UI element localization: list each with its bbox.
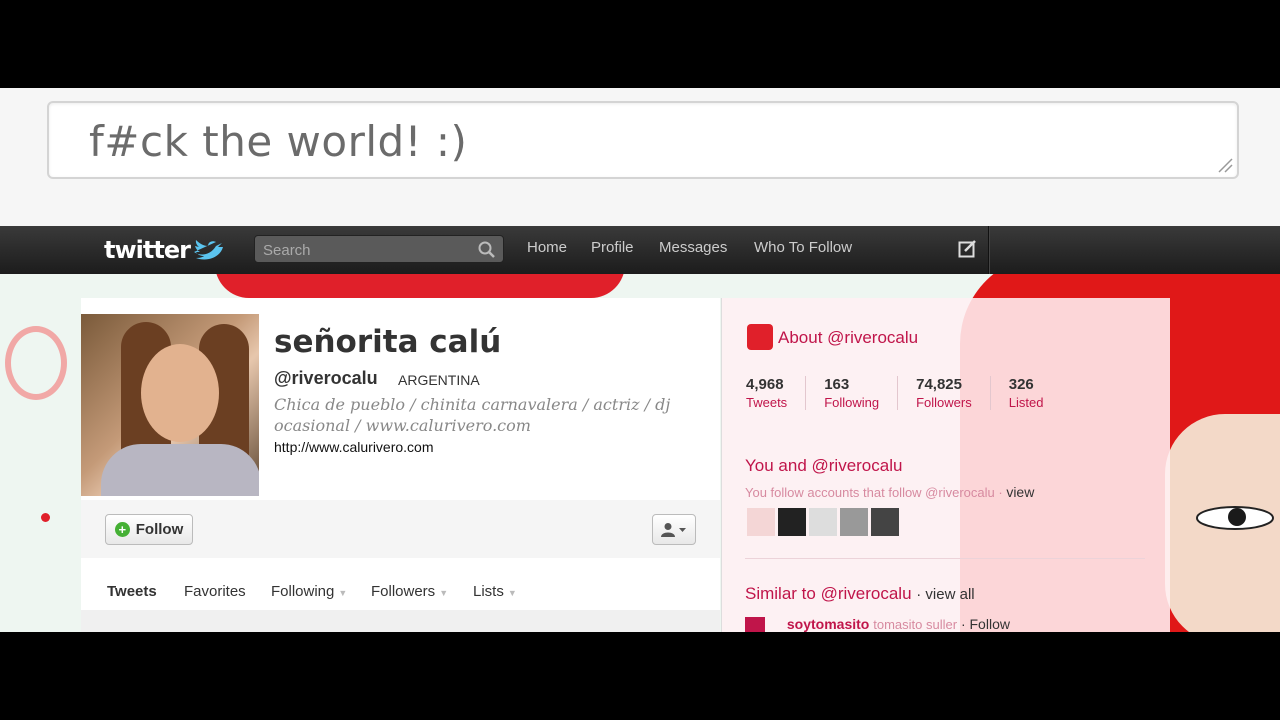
stat-followers[interactable]: 74,825 Followers <box>916 376 991 410</box>
about-avatar-icon <box>747 324 773 350</box>
profile-main-panel: señorita calú @riverocalu ARGENTINA Chic… <box>81 298 720 632</box>
divider <box>745 558 1145 559</box>
stat-tweets[interactable]: 4,968 Tweets <box>746 376 807 410</box>
profile-avatar[interactable] <box>81 314 259 496</box>
about-title: About @riverocalu <box>778 328 919 347</box>
letterbox-top <box>0 0 1280 88</box>
tab-following[interactable]: Following ▼ <box>271 583 347 600</box>
profile-bio: Chica de pueblo / chinita carnavalera / … <box>274 395 671 435</box>
twitter-logo[interactable]: twitter <box>104 236 224 264</box>
similar-title: Similar to @riverocalu · view all <box>745 584 975 603</box>
tab-tweets[interactable]: Tweets <box>107 583 157 600</box>
avatar[interactable] <box>747 508 775 536</box>
avatar[interactable] <box>778 508 806 536</box>
nav-who-to-follow[interactable]: Who To Follow <box>754 239 852 256</box>
nav-profile[interactable]: Profile <box>591 239 634 256</box>
tweet-text: f#ck the world! :) <box>89 117 468 166</box>
tweet-row[interactable] <box>81 610 720 632</box>
follow-button-label: Follow <box>135 521 184 538</box>
avatar[interactable] <box>871 508 899 536</box>
profile-action-bar: + Follow <box>81 500 720 558</box>
nav-home[interactable]: Home <box>527 239 567 256</box>
you-and-title: You and @riverocalu <box>745 456 903 475</box>
composer-area: f#ck the world! :) <box>0 88 1280 226</box>
chevron-down-icon: ▼ <box>507 588 517 598</box>
tab-followers[interactable]: Followers ▼ <box>371 583 448 600</box>
view-all-link[interactable]: · view all <box>916 586 974 603</box>
compose-tweet-icon[interactable] <box>958 239 977 258</box>
background-dot <box>41 513 50 522</box>
tweet-textarea[interactable]: f#ck the world! :) <box>47 101 1239 179</box>
search-input[interactable] <box>255 236 480 264</box>
tab-lists[interactable]: Lists ▼ <box>473 583 517 600</box>
profile-full-name: señorita calú <box>274 324 502 360</box>
you-follow-text: You follow accounts that follow @riveroc… <box>745 484 1035 500</box>
profile-tabs: Tweets Favorites Following ▼ Followers ▼ L… <box>81 558 720 610</box>
profile-side-panel: About @riverocalu 4,968 Tweets 163 Follo… <box>721 298 1170 632</box>
letterbox-bottom <box>0 632 1280 720</box>
nav-divider <box>988 226 990 274</box>
background-eye-icon <box>1196 506 1274 530</box>
avatar[interactable] <box>809 508 837 536</box>
twitter-topbar: twitter Home Profile Messages Who To Fol… <box>0 226 1280 275</box>
browser-viewport: f#ck the world! :) twitter Home Profile … <box>0 88 1280 632</box>
stat-following[interactable]: 163 Following <box>824 376 899 410</box>
background-ring <box>5 326 67 400</box>
nav-messages[interactable]: Messages <box>659 239 727 256</box>
search-box[interactable] <box>254 235 504 264</box>
search-icon[interactable] <box>478 241 495 258</box>
user-actions-button[interactable] <box>652 514 696 545</box>
chevron-down-icon: ▼ <box>439 588 449 598</box>
plus-icon: + <box>114 522 130 537</box>
follow-button[interactable]: + Follow <box>105 514 193 545</box>
person-dropdown-icon <box>661 522 686 537</box>
tab-favorites[interactable]: Favorites <box>184 583 246 600</box>
mutual-followers-thumbnails <box>747 508 899 536</box>
profile-stats: 4,968 Tweets 163 Following 74,825 Follow… <box>746 376 1079 410</box>
profile-screen-name: @riverocalu <box>274 368 378 388</box>
profile-url-link[interactable]: http://www.calurivero.com <box>274 439 434 455</box>
avatar[interactable] <box>840 508 868 536</box>
stat-listed[interactable]: 326 Listed <box>1009 376 1062 410</box>
twitter-bird-icon <box>193 240 223 260</box>
avatar[interactable] <box>745 617 765 632</box>
similar-account-item: soytomasito tomasito suller · Follow <box>745 616 1010 632</box>
profile-location: ARGENTINA <box>398 372 480 388</box>
similar-account-handle[interactable]: soytomasito <box>787 616 869 632</box>
chevron-down-icon: ▼ <box>338 588 348 598</box>
resize-grip-icon[interactable] <box>1217 157 1233 173</box>
similar-follow-link[interactable]: · Follow <box>961 616 1010 632</box>
similar-account-name: tomasito suller <box>873 617 958 632</box>
view-link[interactable]: view <box>1006 484 1034 500</box>
background-red-shape <box>215 274 625 298</box>
